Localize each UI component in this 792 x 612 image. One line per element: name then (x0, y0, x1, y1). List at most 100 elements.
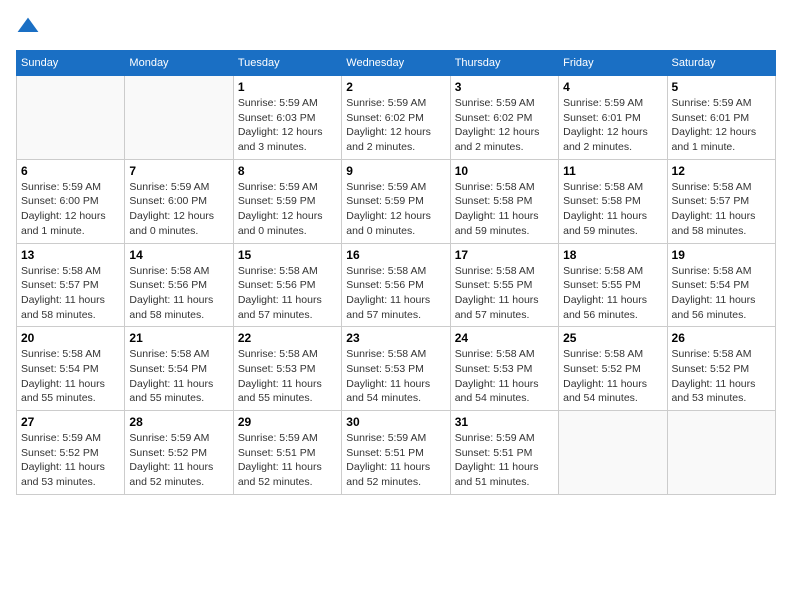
calendar-cell: 2 Sunrise: 5:59 AMSunset: 6:02 PMDaylight… (342, 76, 450, 160)
day-info: Sunrise: 5:59 AMSunset: 6:01 PMDaylight:… (672, 96, 771, 155)
day-info: Sunrise: 5:58 AMSunset: 5:57 PMDaylight:… (21, 264, 120, 323)
logo-icon (16, 16, 40, 40)
day-info: Sunrise: 5:58 AMSunset: 5:52 PMDaylight:… (563, 347, 662, 406)
day-number: 8 (238, 164, 337, 178)
day-info: Sunrise: 5:58 AMSunset: 5:58 PMDaylight:… (563, 180, 662, 239)
weekday-header: Sunday (17, 51, 125, 76)
calendar-cell: 28 Sunrise: 5:59 AMSunset: 5:52 PMDayligh… (125, 411, 233, 495)
calendar-cell: 22 Sunrise: 5:58 AMSunset: 5:53 PMDayligh… (233, 327, 341, 411)
calendar-cell: 30 Sunrise: 5:59 AMSunset: 5:51 PMDayligh… (342, 411, 450, 495)
day-info: Sunrise: 5:59 AMSunset: 6:01 PMDaylight:… (563, 96, 662, 155)
calendar-cell: 9 Sunrise: 5:59 AMSunset: 5:59 PMDaylight… (342, 159, 450, 243)
calendar-cell (17, 76, 125, 160)
day-number: 6 (21, 164, 120, 178)
day-number: 1 (238, 80, 337, 94)
day-number: 24 (455, 331, 554, 345)
weekday-header: Friday (559, 51, 667, 76)
day-number: 27 (21, 415, 120, 429)
day-number: 5 (672, 80, 771, 94)
day-info: Sunrise: 5:58 AMSunset: 5:52 PMDaylight:… (672, 347, 771, 406)
calendar-cell: 16Sunrise: 5:58 AMSunset: 5:56 PMDayligh… (342, 243, 450, 327)
day-info: Sunrise: 5:58 AMSunset: 5:57 PMDaylight:… (672, 180, 771, 239)
calendar-cell: 12 Sunrise: 5:58 AMSunset: 5:57 PMDayligh… (667, 159, 775, 243)
calendar-cell: 17 Sunrise: 5:58 AMSunset: 5:55 PMDayligh… (450, 243, 558, 327)
day-number: 13 (21, 248, 120, 262)
day-info: Sunrise: 5:58 AMSunset: 5:56 PMDaylight:… (238, 264, 337, 323)
day-info: Sunrise: 5:58 AMSunset: 5:56 PMDaylight:… (129, 264, 228, 323)
day-info: Sunrise: 5:59 AMSunset: 5:52 PMDaylight:… (129, 431, 228, 490)
calendar-cell: 25Sunrise: 5:58 AMSunset: 5:52 PMDayligh… (559, 327, 667, 411)
weekday-header-row: SundayMondayTuesdayWednesdayThursdayFrid… (17, 51, 776, 76)
day-info: Sunrise: 5:58 AMSunset: 5:58 PMDaylight:… (455, 180, 554, 239)
day-info: Sunrise: 5:59 AMSunset: 5:59 PMDaylight:… (346, 180, 445, 239)
day-number: 17 (455, 248, 554, 262)
weekday-header: Thursday (450, 51, 558, 76)
calendar-cell: 14 Sunrise: 5:58 AMSunset: 5:56 PMDayligh… (125, 243, 233, 327)
calendar-cell: 19Sunrise: 5:58 AMSunset: 5:54 PMDayligh… (667, 243, 775, 327)
day-number: 28 (129, 415, 228, 429)
day-number: 31 (455, 415, 554, 429)
calendar-cell: 8 Sunrise: 5:59 AMSunset: 5:59 PMDaylight… (233, 159, 341, 243)
day-info: Sunrise: 5:58 AMSunset: 5:55 PMDaylight:… (455, 264, 554, 323)
calendar-cell: 3Sunrise: 5:59 AMSunset: 6:02 PMDaylight… (450, 76, 558, 160)
day-number: 11 (563, 164, 662, 178)
day-info: Sunrise: 5:58 AMSunset: 5:53 PMDaylight:… (238, 347, 337, 406)
calendar-cell: 24Sunrise: 5:58 AMSunset: 5:53 PMDayligh… (450, 327, 558, 411)
calendar-cell (667, 411, 775, 495)
page-header (16, 16, 776, 40)
weekday-header: Saturday (667, 51, 775, 76)
calendar-cell (559, 411, 667, 495)
day-info: Sunrise: 5:58 AMSunset: 5:54 PMDaylight:… (21, 347, 120, 406)
day-number: 20 (21, 331, 120, 345)
day-number: 15 (238, 248, 337, 262)
calendar-cell (125, 76, 233, 160)
calendar-cell: 13 Sunrise: 5:58 AMSunset: 5:57 PMDayligh… (17, 243, 125, 327)
calendar-week-row: 6 Sunrise: 5:59 AMSunset: 6:00 PMDaylight… (17, 159, 776, 243)
calendar-cell: 21 Sunrise: 5:58 AMSunset: 5:54 PMDayligh… (125, 327, 233, 411)
day-number: 30 (346, 415, 445, 429)
calendar-week-row: 13 Sunrise: 5:58 AMSunset: 5:57 PMDayligh… (17, 243, 776, 327)
day-number: 12 (672, 164, 771, 178)
calendar-cell: 15 Sunrise: 5:58 AMSunset: 5:56 PMDayligh… (233, 243, 341, 327)
logo (16, 16, 44, 40)
day-number: 26 (672, 331, 771, 345)
calendar-cell: 31Sunrise: 5:59 AMSunset: 5:51 PMDayligh… (450, 411, 558, 495)
day-number: 4 (563, 80, 662, 94)
day-number: 14 (129, 248, 228, 262)
day-number: 3 (455, 80, 554, 94)
day-number: 29 (238, 415, 337, 429)
calendar-table: SundayMondayTuesdayWednesdayThursdayFrid… (16, 50, 776, 495)
calendar-week-row: 1 Sunrise: 5:59 AMSunset: 6:03 PMDaylight… (17, 76, 776, 160)
day-info: Sunrise: 5:59 AMSunset: 5:51 PMDaylight:… (238, 431, 337, 490)
calendar-cell: 6 Sunrise: 5:59 AMSunset: 6:00 PMDaylight… (17, 159, 125, 243)
calendar-cell: 1 Sunrise: 5:59 AMSunset: 6:03 PMDaylight… (233, 76, 341, 160)
day-info: Sunrise: 5:58 AMSunset: 5:54 PMDaylight:… (672, 264, 771, 323)
calendar-cell: 5 Sunrise: 5:59 AMSunset: 6:01 PMDaylight… (667, 76, 775, 160)
day-number: 23 (346, 331, 445, 345)
calendar-cell: 10 Sunrise: 5:58 AMSunset: 5:58 PMDayligh… (450, 159, 558, 243)
day-number: 2 (346, 80, 445, 94)
day-info: Sunrise: 5:58 AMSunset: 5:56 PMDaylight:… (346, 264, 445, 323)
calendar-cell: 20 Sunrise: 5:58 AMSunset: 5:54 PMDayligh… (17, 327, 125, 411)
day-number: 9 (346, 164, 445, 178)
day-number: 22 (238, 331, 337, 345)
day-info: Sunrise: 5:59 AMSunset: 6:02 PMDaylight:… (346, 96, 445, 155)
day-info: Sunrise: 5:59 AMSunset: 6:00 PMDaylight:… (129, 180, 228, 239)
calendar-cell: 27Sunrise: 5:59 AMSunset: 5:52 PMDayligh… (17, 411, 125, 495)
calendar-cell: 29 Sunrise: 5:59 AMSunset: 5:51 PMDayligh… (233, 411, 341, 495)
weekday-header: Monday (125, 51, 233, 76)
day-info: Sunrise: 5:59 AMSunset: 6:03 PMDaylight:… (238, 96, 337, 155)
day-number: 10 (455, 164, 554, 178)
calendar-cell: 7 Sunrise: 5:59 AMSunset: 6:00 PMDaylight… (125, 159, 233, 243)
day-info: Sunrise: 5:58 AMSunset: 5:54 PMDaylight:… (129, 347, 228, 406)
day-info: Sunrise: 5:59 AMSunset: 5:59 PMDaylight:… (238, 180, 337, 239)
calendar-week-row: 20 Sunrise: 5:58 AMSunset: 5:54 PMDayligh… (17, 327, 776, 411)
calendar-cell: 11 Sunrise: 5:58 AMSunset: 5:58 PMDayligh… (559, 159, 667, 243)
day-number: 18 (563, 248, 662, 262)
day-info: Sunrise: 5:59 AMSunset: 5:51 PMDaylight:… (346, 431, 445, 490)
weekday-header: Tuesday (233, 51, 341, 76)
day-info: Sunrise: 5:58 AMSunset: 5:53 PMDaylight:… (346, 347, 445, 406)
day-number: 7 (129, 164, 228, 178)
day-info: Sunrise: 5:59 AMSunset: 6:00 PMDaylight:… (21, 180, 120, 239)
day-number: 21 (129, 331, 228, 345)
